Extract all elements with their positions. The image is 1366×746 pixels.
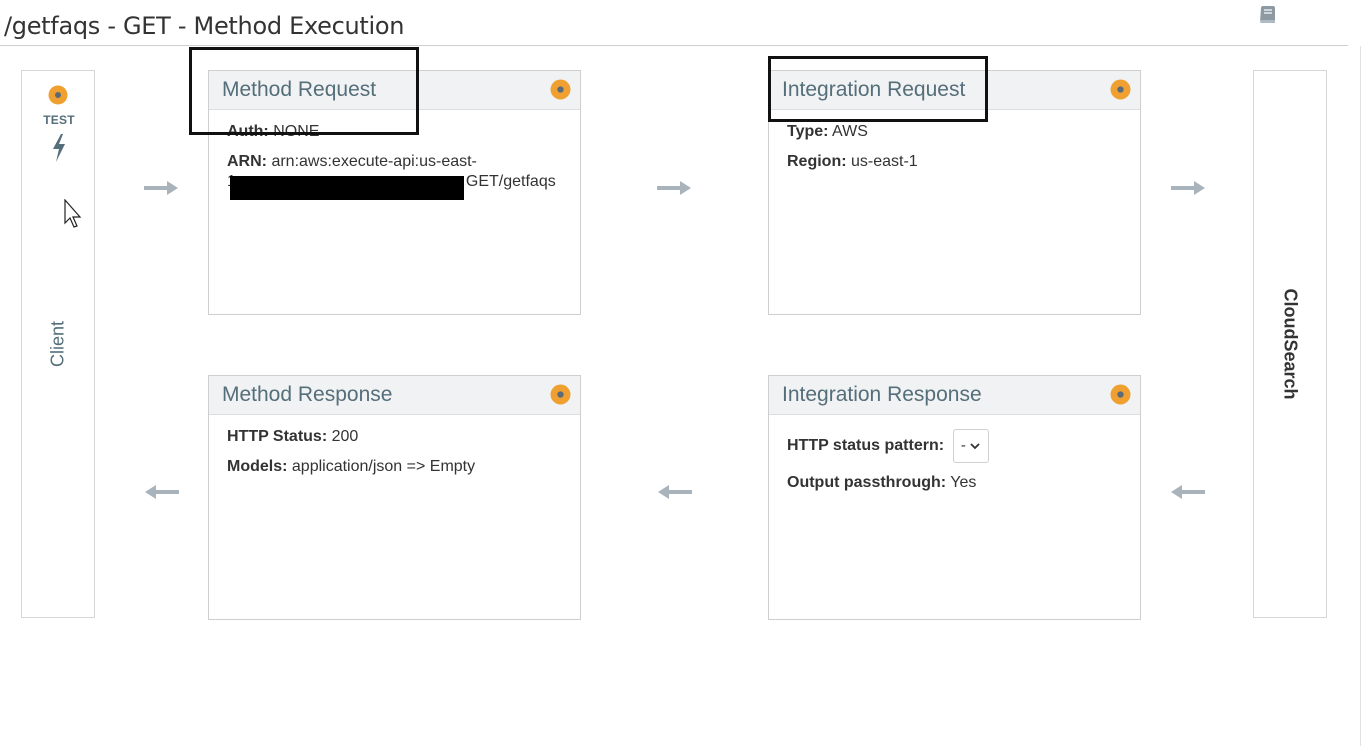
- status-dot-icon: [1110, 79, 1131, 100]
- http-status-row: HTTP Status: 200: [227, 427, 562, 447]
- status-pattern-value: -: [960, 437, 966, 454]
- type-label: Type:: [787, 123, 829, 140]
- client-label: Client: [47, 320, 68, 368]
- arrow-right-icon: [144, 181, 178, 195]
- method-response-header: Method Response: [209, 376, 580, 415]
- models-value: application/json => Empty: [291, 458, 476, 475]
- passthrough-row: Output passthrough: Yes: [787, 473, 1122, 493]
- arrow-left-icon: [145, 485, 179, 499]
- lightning-bolt-icon[interactable]: [50, 133, 68, 163]
- cloudsearch-panel: CloudSearch: [1253, 70, 1327, 618]
- type-row: Type: AWS: [787, 122, 1122, 142]
- highlight-box: [189, 47, 419, 135]
- arn-value-tail: GET/getfaqs: [465, 173, 556, 190]
- method-response-link[interactable]: Method Response: [222, 383, 392, 407]
- method-response-card: Method Response HTTP Status: 200 Models:…: [208, 375, 581, 620]
- models-row: Models: application/json => Empty: [227, 457, 562, 477]
- integration-response-card: Integration Response HTTP status pattern…: [768, 375, 1141, 620]
- arrow-left-icon: [658, 485, 692, 499]
- integration-response-header: Integration Response: [769, 376, 1140, 415]
- integration-response-link[interactable]: Integration Response: [782, 383, 982, 407]
- region-value: us-east-1: [851, 153, 918, 170]
- status-dot-icon: [1110, 384, 1131, 405]
- test-dot-icon[interactable]: [48, 85, 68, 105]
- test-link[interactable]: TEST: [22, 113, 96, 127]
- client-panel: TEST Client: [21, 70, 95, 618]
- status-pattern-label: HTTP status pattern:: [787, 437, 945, 455]
- status-pattern-row: HTTP status pattern: -: [787, 429, 1122, 463]
- status-dot-icon: [550, 79, 571, 100]
- arrow-left-icon: [1171, 485, 1205, 499]
- cloudsearch-label: CloudSearch: [1280, 288, 1301, 400]
- arn-label: ARN:: [227, 153, 267, 170]
- mouse-cursor-icon: [64, 199, 82, 228]
- status-pattern-select[interactable]: -: [952, 429, 989, 463]
- http-status-label: HTTP Status:: [227, 428, 328, 445]
- arn-value: arn:aws:execute-api:us-east-: [271, 153, 477, 170]
- title-divider: [0, 45, 1348, 46]
- status-dot-icon: [550, 384, 571, 405]
- highlight-box: [768, 56, 988, 122]
- arrow-right-icon: [657, 181, 691, 195]
- models-label: Models:: [227, 458, 288, 475]
- right-divider: [1360, 46, 1361, 746]
- passthrough-label: Output passthrough:: [787, 474, 947, 491]
- redaction-bar: [230, 176, 464, 200]
- chevron-down-icon: [970, 443, 980, 450]
- region-label: Region:: [787, 153, 847, 170]
- region-row: Region: us-east-1: [787, 152, 1122, 172]
- book-icon[interactable]: [1255, 3, 1279, 27]
- page-title: /getfaqs - GET - Method Execution: [4, 12, 405, 40]
- http-status-value: 200: [331, 428, 359, 445]
- type-value: AWS: [832, 123, 868, 140]
- passthrough-value: Yes: [950, 474, 977, 491]
- arrow-right-icon: [1171, 181, 1205, 195]
